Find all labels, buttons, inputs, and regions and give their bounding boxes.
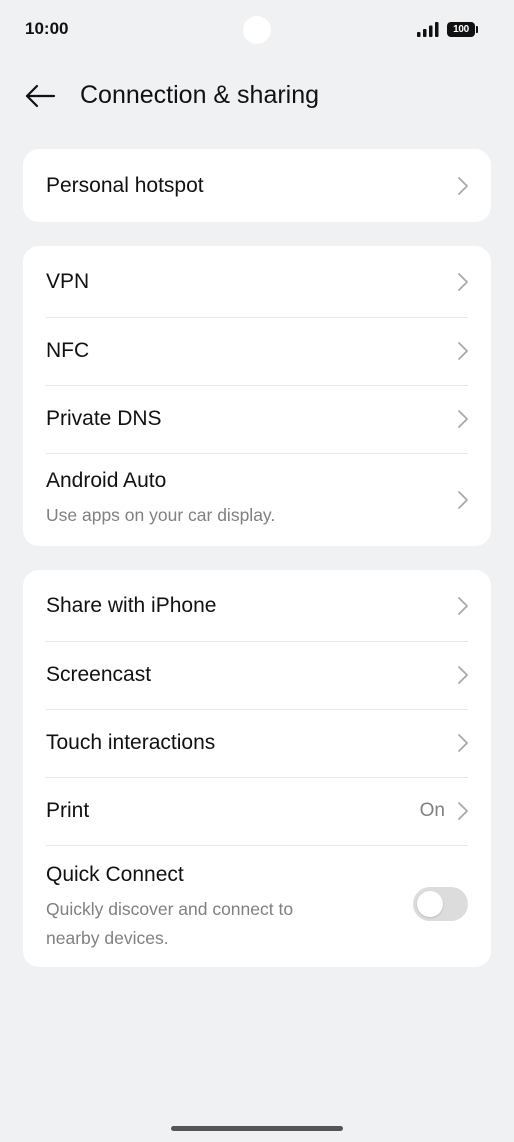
quick-connect-toggle[interactable] bbox=[413, 887, 468, 921]
row-title: Print bbox=[46, 799, 90, 822]
print-status-value: On bbox=[419, 800, 445, 821]
page-title: Connection & sharing bbox=[80, 81, 320, 109]
screencast-item[interactable]: Screencast bbox=[23, 641, 491, 709]
back-arrow-icon bbox=[25, 84, 56, 108]
header: Connection & sharing bbox=[0, 70, 514, 122]
camera-cutout bbox=[243, 16, 271, 44]
battery-level: 100 bbox=[453, 24, 469, 35]
row-title: Personal hotspot bbox=[46, 173, 204, 197]
share-with-iphone-item[interactable]: Share with iPhone bbox=[23, 570, 491, 641]
home-indicator[interactable] bbox=[171, 1126, 343, 1131]
status-bar: 10:00 100 bbox=[0, 0, 514, 60]
signal-icon bbox=[417, 22, 439, 37]
row-title: VPN bbox=[46, 269, 90, 293]
row-title: Android Auto bbox=[46, 469, 167, 492]
battery-tip bbox=[476, 26, 478, 33]
chevron-right-icon bbox=[458, 490, 468, 509]
chevron-right-icon bbox=[458, 802, 468, 820]
chevron-right-icon bbox=[458, 666, 468, 684]
print-item[interactable]: Print On bbox=[23, 777, 491, 845]
row-title: Share with iPhone bbox=[46, 593, 217, 617]
android-auto-item[interactable]: Android Auto Use apps on your car displa… bbox=[23, 453, 491, 546]
battery-icon: 100 bbox=[447, 22, 475, 37]
touch-interactions-item[interactable]: Touch interactions bbox=[23, 709, 491, 777]
nfc-item[interactable]: NFC bbox=[23, 317, 491, 385]
chevron-right-icon bbox=[458, 734, 468, 752]
status-time: 10:00 bbox=[25, 19, 69, 38]
settings-group-sharing: Share with iPhone Screencast Touch inter… bbox=[23, 570, 491, 967]
row-title: Quick Connect bbox=[46, 863, 184, 886]
chevron-right-icon bbox=[458, 272, 468, 291]
chevron-right-icon bbox=[458, 596, 468, 615]
personal-hotspot-item[interactable]: Personal hotspot bbox=[23, 149, 491, 222]
row-subtitle-line2: nearby devices. bbox=[46, 928, 169, 948]
quick-connect-item[interactable]: Quick Connect Quickly discover and conne… bbox=[23, 845, 491, 965]
row-title: Touch interactions bbox=[46, 731, 216, 754]
row-title: NFC bbox=[46, 339, 90, 362]
vpn-item[interactable]: VPN bbox=[23, 246, 491, 317]
row-title: Private DNS bbox=[46, 407, 162, 430]
settings-group-hotspot: Personal hotspot bbox=[23, 149, 491, 222]
chevron-right-icon bbox=[458, 410, 468, 428]
toggle-knob bbox=[417, 891, 443, 917]
row-title: Screencast bbox=[46, 663, 152, 686]
row-subtitle-line1: Quickly discover and connect to bbox=[46, 899, 294, 919]
chevron-right-icon bbox=[458, 342, 468, 360]
private-dns-item[interactable]: Private DNS bbox=[23, 385, 491, 453]
row-subtitle: Use apps on your car display. bbox=[46, 505, 276, 525]
chevron-right-icon bbox=[458, 176, 468, 195]
back-button[interactable] bbox=[22, 80, 58, 112]
settings-group-network: VPN NFC Private DNS Android Auto Use app… bbox=[23, 246, 491, 546]
